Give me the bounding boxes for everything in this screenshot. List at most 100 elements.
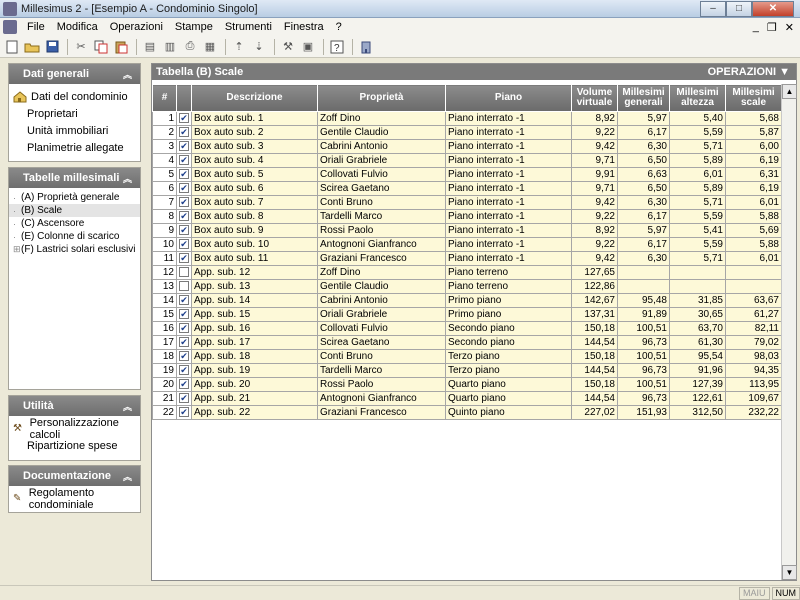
row-checkbox[interactable]: ✔ [179, 225, 189, 236]
table-row[interactable]: 12 App. sub. 12 Zoff Dino Piano terreno 127,… [152, 265, 782, 280]
tree-item-colonne-scarico[interactable]: · (E) Colonne di scarico [9, 230, 140, 243]
cell-millesimi-generali[interactable]: 96,73 [617, 363, 670, 378]
menu-operazioni[interactable]: Operazioni [104, 21, 169, 33]
table-row[interactable]: 7 ✔ Box auto sub. 7 Conti Bruno Piano interr… [152, 195, 782, 210]
table-row[interactable]: 14 ✔ App. sub. 14 Cabrini Antonio Primo pian… [152, 293, 782, 308]
table-row[interactable]: 10 ✔ Box auto sub. 10 Antognoni Gianfranco P… [152, 237, 782, 252]
row-checkbox[interactable] [179, 281, 189, 292]
row-checkbox[interactable]: ✔ [179, 127, 189, 138]
row-checkbox[interactable]: ✔ [179, 197, 189, 208]
table-row[interactable]: 9 ✔ Box auto sub. 9 Rossi Paolo Piano interr… [152, 223, 782, 238]
cell-volume[interactable]: 144,54 [571, 335, 618, 350]
open-folder-icon[interactable] [23, 38, 41, 56]
cell-descrizione[interactable]: Box auto sub. 6 [191, 181, 318, 196]
cell-millesimi-scale[interactable]: 6,00 [725, 139, 782, 154]
cell-descrizione[interactable]: App. sub. 19 [191, 363, 318, 378]
collapse-chevron-icon[interactable]: ︽ [123, 400, 132, 413]
tree-item-lastrici-solari[interactable]: ⊞ (F) Lastrici solari esclusivi [9, 243, 140, 256]
cell-millesimi-altezza[interactable]: 5,59 [669, 125, 726, 140]
cell-descrizione[interactable]: Box auto sub. 7 [191, 195, 318, 210]
cell-millesimi-altezza[interactable]: 5,59 [669, 209, 726, 224]
table-row[interactable]: 17 ✔ App. sub. 17 Scirea Gaetano Secondo pia… [152, 335, 782, 350]
cell-piano[interactable]: Piano terreno [445, 265, 572, 280]
table-row[interactable]: 8 ✔ Box auto sub. 8 Tardelli Marco Piano int… [152, 209, 782, 224]
collapse-chevron-icon[interactable]: ︽ [123, 68, 132, 81]
minimize-button[interactable]: – [700, 0, 726, 17]
cell-piano[interactable]: Quarto piano [445, 391, 572, 406]
cell-millesimi-generali[interactable]: 100,51 [617, 377, 670, 392]
cell-millesimi-generali[interactable]: 6,17 [617, 209, 670, 224]
cell-millesimi-scale[interactable]: 6,01 [725, 195, 782, 210]
panel-header-utilita[interactable]: Utilità ︽ [9, 396, 140, 416]
row-checkbox[interactable]: ✔ [179, 141, 189, 152]
table-row[interactable]: 22 ✔ App. sub. 22 Graziani Francesco Quinto … [152, 405, 782, 420]
cell-millesimi-altezza[interactable]: 127,39 [669, 377, 726, 392]
panel-header-tabelle-millesimali[interactable]: Tabelle millesimali ︽ [9, 168, 140, 188]
cell-millesimi-scale[interactable]: 113,95 [725, 377, 782, 392]
cell-millesimi-altezza[interactable]: 5,71 [669, 251, 726, 266]
cell-descrizione[interactable]: Box auto sub. 11 [191, 251, 318, 266]
properties-icon[interactable]: ▤ [141, 38, 159, 56]
cell-proprieta[interactable]: Oriali Grabriele [317, 307, 446, 322]
cell-proprieta[interactable]: Scirea Gaetano [317, 181, 446, 196]
cell-piano[interactable]: Primo piano [445, 293, 572, 308]
operations-menu[interactable]: OPERAZIONI ▼ [708, 66, 790, 78]
cell-descrizione[interactable]: Box auto sub. 8 [191, 209, 318, 224]
cell-piano[interactable]: Piano interrato -1 [445, 125, 572, 140]
cell-millesimi-altezza[interactable]: 5,71 [669, 195, 726, 210]
document-icon[interactable] [3, 20, 17, 34]
table-row[interactable]: 5 ✔ Box auto sub. 5 Collovati Fulvio Piano i… [152, 167, 782, 182]
row-checkbox[interactable]: ✔ [179, 183, 189, 194]
cell-millesimi-scale[interactable]: 5,88 [725, 237, 782, 252]
cell-volume[interactable]: 8,92 [571, 223, 618, 238]
cell-millesimi-altezza[interactable]: 30,65 [669, 307, 726, 322]
cell-millesimi-altezza[interactable]: 122,61 [669, 391, 726, 406]
cell-millesimi-generali[interactable]: 96,73 [617, 391, 670, 406]
menu-file[interactable]: File [21, 21, 51, 33]
cell-millesimi-scale[interactable] [725, 279, 782, 294]
cell-millesimi-altezza[interactable]: 63,70 [669, 321, 726, 336]
row-checkbox[interactable]: ✔ [179, 407, 189, 418]
row-checkbox[interactable]: ✔ [179, 337, 189, 348]
help-icon[interactable]: ? [328, 38, 346, 56]
expand-plus-icon[interactable]: ⊞ [13, 244, 21, 255]
new-file-icon[interactable] [3, 38, 21, 56]
print-preview-icon[interactable]: ▥ [161, 38, 179, 56]
menu-help[interactable]: ? [330, 21, 348, 33]
table-row[interactable]: 20 ✔ App. sub. 20 Rossi Paolo Quarto piano 15… [152, 377, 782, 392]
menu-stampe[interactable]: Stampe [169, 21, 219, 33]
table-row[interactable]: 11 ✔ Box auto sub. 11 Graziani Francesco Pia… [152, 251, 782, 266]
cell-piano[interactable]: Quarto piano [445, 377, 572, 392]
collapse-chevron-icon[interactable]: ︽ [123, 470, 132, 483]
column-header-check[interactable] [176, 84, 192, 112]
cell-millesimi-altezza[interactable]: 5,71 [669, 139, 726, 154]
cell-volume[interactable]: 9,22 [571, 125, 618, 140]
paste-icon[interactable] [112, 38, 130, 56]
sidebar-item-regolamento[interactable]: ✎ Regolamento condominiale [9, 487, 140, 511]
cell-piano[interactable]: Piano interrato -1 [445, 209, 572, 224]
cell-piano[interactable]: Primo piano [445, 307, 572, 322]
cell-descrizione[interactable]: Box auto sub. 2 [191, 125, 318, 140]
cell-millesimi-generali[interactable]: 6,17 [617, 237, 670, 252]
cut-icon[interactable]: ✂ [72, 38, 90, 56]
cell-millesimi-altezza[interactable]: 312,50 [669, 405, 726, 420]
cell-millesimi-altezza[interactable]: 95,54 [669, 349, 726, 364]
grid-icon[interactable]: ▣ [299, 38, 317, 56]
cell-piano[interactable]: Piano interrato -1 [445, 223, 572, 238]
table-row[interactable]: 18 ✔ App. sub. 18 Conti Bruno Terzo piano 150… [152, 349, 782, 364]
cell-millesimi-altezza[interactable]: 5,59 [669, 237, 726, 252]
cell-millesimi-generali[interactable]: 96,73 [617, 335, 670, 350]
cell-volume[interactable]: 9,91 [571, 167, 618, 182]
cell-millesimi-scale[interactable]: 5,87 [725, 125, 782, 140]
cell-millesimi-generali[interactable]: 6,17 [617, 125, 670, 140]
column-header-millesimi-altezza[interactable]: Millesimi altezza [669, 84, 726, 112]
cell-piano[interactable]: Secondo piano [445, 321, 572, 336]
sidebar-item-unita-immobiliari[interactable]: Unità immobiliari [9, 122, 140, 139]
cell-proprieta[interactable]: Antognoni Gianfranco [317, 237, 446, 252]
cell-millesimi-scale[interactable]: 109,67 [725, 391, 782, 406]
cell-proprieta[interactable]: Gentile Claudio [317, 125, 446, 140]
cell-piano[interactable]: Piano interrato -1 [445, 139, 572, 154]
cell-millesimi-scale[interactable]: 63,67 [725, 293, 782, 308]
menu-strumenti[interactable]: Strumenti [219, 21, 278, 33]
cell-millesimi-scale[interactable]: 5,88 [725, 209, 782, 224]
